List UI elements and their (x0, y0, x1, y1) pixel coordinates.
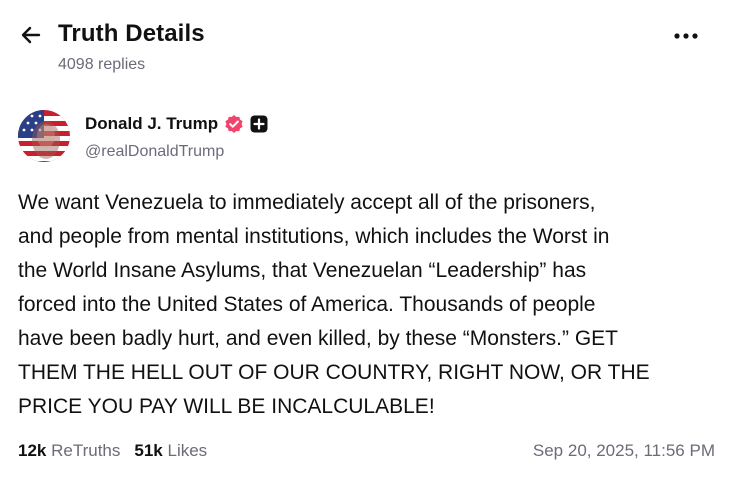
replies-count[interactable]: 4098 replies (58, 56, 145, 74)
likes-label: Likes (167, 441, 208, 460)
retruths-count: 12k (18, 441, 47, 460)
retruths-stat[interactable]: 12k ReTruths (18, 441, 120, 461)
post-timestamp: Sep 20, 2025, 11:56 PM (532, 441, 715, 460)
avatar[interactable] (18, 110, 70, 162)
likes-stat[interactable]: 51k Likes (134, 441, 207, 461)
likes-count: 51k (134, 441, 163, 460)
retruths-label: ReTruths (51, 441, 121, 460)
page-header: Truth Details 4098 replies (0, 0, 733, 90)
truth-details-page: Truth Details 4098 replies Donald J. Tru… (0, 0, 733, 483)
author-display-name[interactable]: Donald J. Trump (85, 114, 218, 134)
author-handle[interactable]: @realDonaldTrump (85, 143, 224, 161)
plus-badge-icon (250, 115, 268, 133)
page-title: Truth Details (58, 20, 205, 47)
verified-badge-icon (225, 115, 243, 133)
author-name-row: Donald J. Trump (85, 114, 268, 134)
more-horizontal-icon (674, 33, 698, 39)
post-author: Donald J. Trump @realDonaldTrump (18, 108, 418, 164)
post-body-text: We want Venezuela to immediately accept … (18, 191, 650, 418)
arrow-left-icon (21, 26, 41, 44)
more-options-button[interactable] (666, 24, 706, 48)
post-stats: 12k ReTruths 51k Likes (18, 441, 207, 461)
back-button[interactable] (18, 22, 44, 48)
